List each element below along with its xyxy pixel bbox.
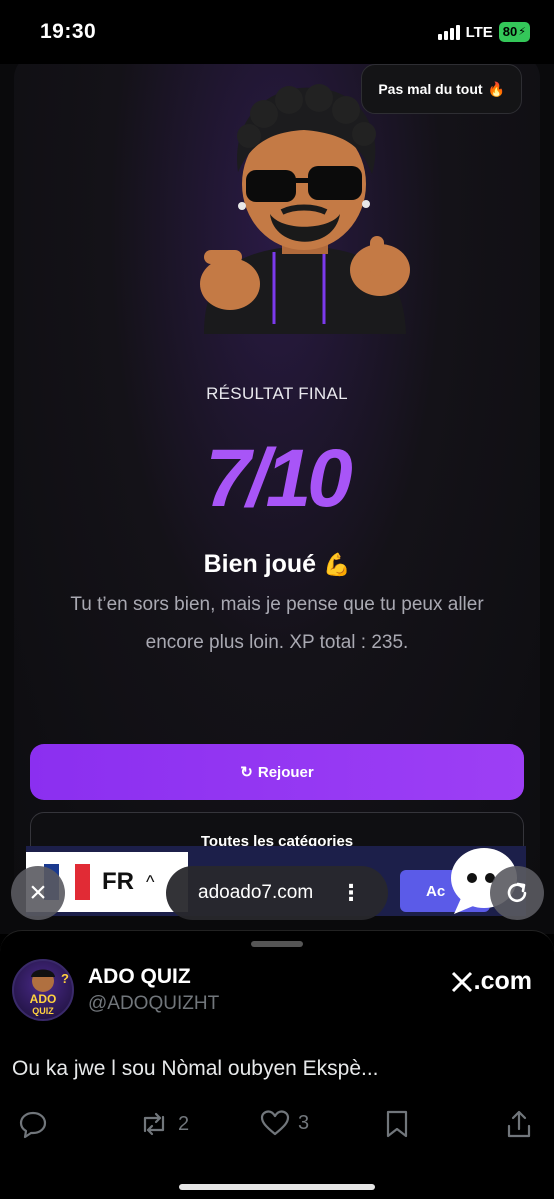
- tweet-sheet: ADO QUIZ ? ADO QUIZ @ADOQUIZHT .com Ou k…: [0, 930, 554, 1199]
- score-value: 7/10: [205, 433, 353, 524]
- fire-icon: 🔥: [487, 80, 505, 97]
- more-vertical-icon[interactable]: ⋮: [340, 880, 362, 906]
- flexed-biceps-icon: 💪: [323, 552, 351, 577]
- chevron-up-icon: ^: [146, 871, 155, 892]
- share-button[interactable]: [506, 1109, 532, 1139]
- url-bar[interactable]: adoado7.com ⋮: [166, 866, 388, 920]
- status-bar: 19:30 LTE 80 ⚡: [0, 0, 554, 64]
- language-code: FR: [102, 868, 134, 895]
- tweet-author-handle[interactable]: @ADOQUIZHT: [88, 993, 219, 1015]
- webpage: Pas mal du tout 🔥 RÉSULTAT FINAL 7/10 Bi…: [0, 64, 554, 934]
- retweet-count: 2: [178, 1112, 190, 1135]
- result-description: Tu t’en sors bien, mais je pense que tu …: [70, 594, 484, 653]
- result-headline: Bien joué 💪: [14, 550, 540, 579]
- reload-icon: [507, 882, 527, 902]
- result-card: Pas mal du tout 🔥 RÉSULTAT FINAL 7/10 Bi…: [14, 64, 540, 910]
- home-indicator[interactable]: [179, 1184, 375, 1190]
- headline-text: Bien joué: [203, 550, 317, 578]
- url-text: adoado7.com: [198, 882, 314, 903]
- share-icon: [507, 1110, 531, 1138]
- reply-icon: [19, 1111, 47, 1139]
- svg-text:QUIZ: QUIZ: [32, 1006, 54, 1016]
- bookmark-icon: [386, 1110, 408, 1138]
- close-browser-button[interactable]: ×: [11, 866, 65, 920]
- sheet-grabber[interactable]: [251, 941, 303, 947]
- reply-button[interactable]: [18, 1109, 48, 1139]
- tweet-author-name[interactable]: ADO QUIZ: [88, 965, 191, 989]
- retweet-icon: [143, 1112, 165, 1136]
- tweet-actions: 2 3: [0, 1109, 554, 1145]
- tweet-text: Ou ka jwe l sou Nòmal oubyen Ekspè...: [12, 1057, 379, 1080]
- replay-button[interactable]: ↻ Rejouer: [30, 744, 524, 800]
- battery-level: 80: [502, 24, 518, 39]
- memoji-avatar: [174, 74, 434, 334]
- result-label: RÉSULTAT FINAL: [206, 384, 348, 403]
- replay-label: Rejouer: [257, 763, 314, 781]
- status-time: 19:30: [40, 20, 97, 43]
- network-label: LTE: [465, 23, 493, 41]
- signal-icon: [437, 24, 460, 40]
- status-indicators: LTE 80 ⚡: [437, 22, 530, 42]
- refresh-icon: ↻: [240, 764, 253, 781]
- svg-text:?: ?: [61, 971, 69, 986]
- like-count: 3: [298, 1111, 310, 1134]
- heart-icon: [260, 1110, 290, 1136]
- tweet-avatar[interactable]: ADO QUIZ ?: [12, 959, 74, 1021]
- reload-button[interactable]: [490, 866, 544, 920]
- retweet-button[interactable]: 2: [138, 1109, 189, 1139]
- svg-text:ADO: ADO: [30, 992, 57, 1006]
- close-icon: ×: [29, 876, 47, 909]
- x-domain-text: .com: [473, 967, 532, 995]
- x-com-link[interactable]: .com: [451, 967, 532, 996]
- like-button[interactable]: 3: [260, 1109, 309, 1137]
- battery-icon: 80 ⚡: [498, 22, 530, 42]
- bookmark-button[interactable]: [384, 1109, 410, 1139]
- x-logo-icon: [451, 971, 472, 992]
